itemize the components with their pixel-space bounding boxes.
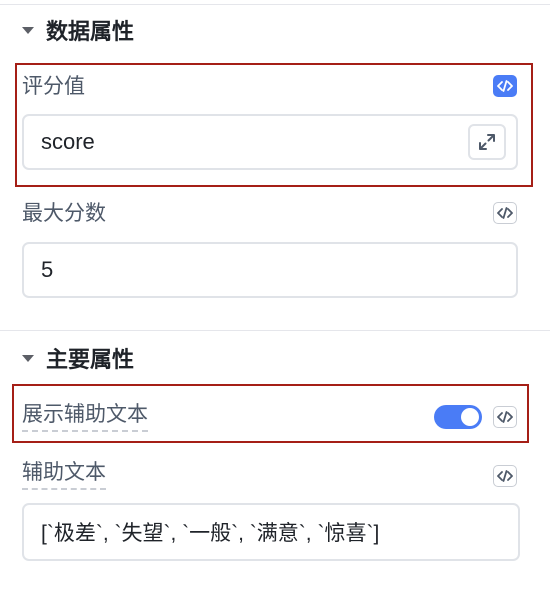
max-score-code-toggle[interactable] (493, 202, 517, 224)
helper-text-input[interactable]: [`极差`, `失望`, `一般`, `满意`, `惊喜`] (22, 503, 520, 561)
section-divider (0, 330, 550, 331)
expand-button[interactable] (468, 124, 506, 160)
expand-icon (479, 134, 495, 150)
show-helper-code-toggle[interactable] (493, 406, 517, 428)
top-divider (0, 4, 550, 5)
helper-text-label: 辅助文本 (22, 458, 106, 490)
data-section-title: 数据属性 (46, 20, 135, 45)
code-icon (497, 207, 513, 219)
show-helper-toggle[interactable] (434, 405, 482, 429)
caret-down-icon (22, 354, 34, 362)
caret-down-icon (22, 26, 34, 34)
code-icon (497, 470, 513, 482)
max-score-input[interactable]: 5 (22, 242, 518, 298)
rating-value-label: 评分值 (22, 74, 85, 98)
rating-value-text: score (41, 129, 95, 154)
show-helper-text-label: 展示辅助文本 (22, 400, 148, 432)
main-section-title: 主要属性 (46, 348, 135, 373)
code-icon (497, 80, 513, 92)
helper-text-value: [`极差`, `失望`, `一般`, `满意`, `惊喜`] (41, 522, 380, 545)
toggle-knob (461, 408, 479, 426)
rating-value-input[interactable]: score (22, 114, 518, 170)
code-icon (497, 411, 513, 423)
data-section-header[interactable]: 数据属性 (22, 15, 134, 45)
rating-value-code-toggle[interactable] (493, 75, 517, 97)
main-section-header[interactable]: 主要属性 (22, 343, 134, 373)
max-score-text: 5 (41, 257, 54, 282)
max-score-label: 最大分数 (22, 201, 106, 225)
helper-text-code-toggle[interactable] (493, 465, 517, 487)
